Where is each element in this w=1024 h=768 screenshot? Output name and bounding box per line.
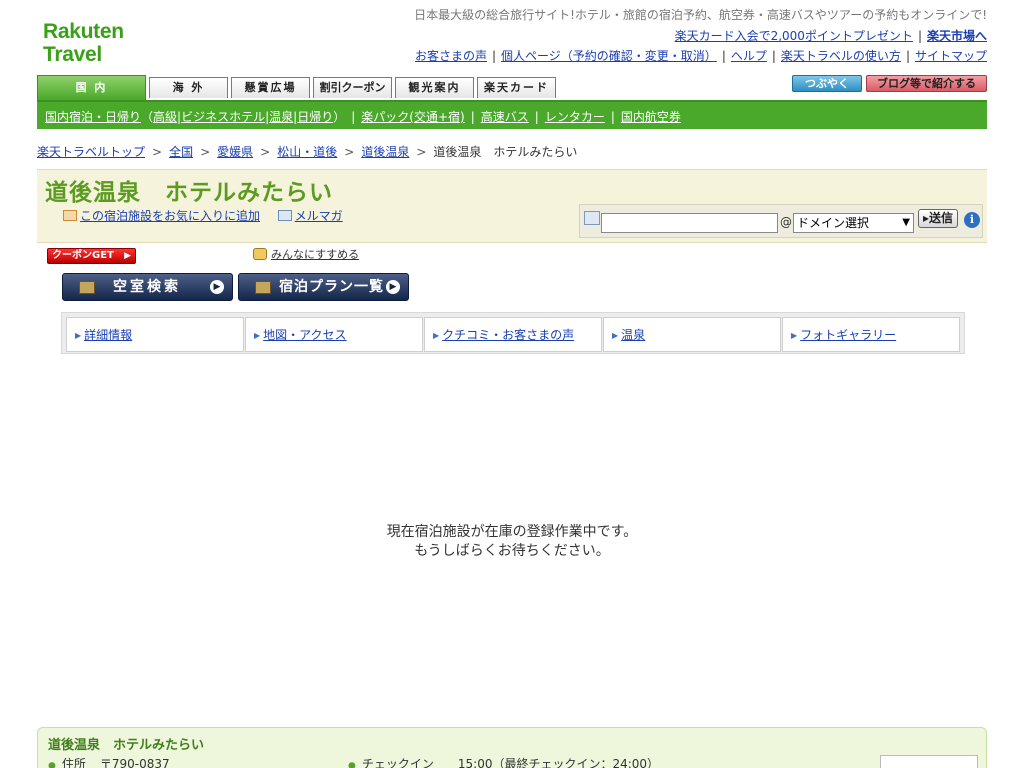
nav-rentacar[interactable]: レンタカー [545,110,605,124]
arrow-right-icon: ▶ [254,331,261,340]
tab-overseas[interactable]: 海 外 [149,77,228,98]
breadcrumb-dogo[interactable]: 道後温泉 [361,145,409,159]
address-label: 住所 [61,757,86,768]
inventory-notice: 現在宿泊施設が在庫の登録作業中です。 もうしばらくお待ちください。 [37,523,987,561]
logo-line1: Rakuten [43,20,124,43]
tab-sightseeing[interactable]: 観光案内 [395,77,474,98]
checkin-label: チェックイン [361,757,434,768]
mail-form-icon [584,211,600,225]
vacancy-search-button[interactable]: 空室検索 ▶ [62,273,233,301]
ichiba-link[interactable]: 楽天市場へ [927,29,987,43]
notice-line1: 現在宿泊施設が在庫の登録作業中です。 [386,524,638,540]
tweet-label: つぶやく [805,77,849,90]
nav-dayuse[interactable]: 日帰り [297,110,333,124]
arrow-right-icon: ▶ [124,251,131,261]
tab-rakuten-card[interactable]: 楽天カード [477,77,556,98]
hotel-summary-box: 道後温泉 ホテルみたらい ● 住所 〒790-0837 ● チェックイン 15:00（最… [37,727,987,768]
domestic-subnav: 国内宿泊・日帰り（高級|ビジネスホテル|温泉|日帰り） | 楽パック(交通+宿) | 高… [37,100,987,129]
email-local-input[interactable] [601,213,778,233]
recommend-link[interactable]: みんなにすすめる [253,246,359,262]
hotel-image-placeholder [880,755,978,768]
bed-icon [255,281,271,294]
subtab-map[interactable]: ▶ 地図・アクセス [245,317,423,352]
rakuten-travel-logo[interactable]: Rakuten Travel [43,20,135,68]
mail-icon [277,210,292,221]
breadcrumb-matsuyama[interactable]: 松山・道後 [277,145,337,159]
arrow-right-icon: ▶ [791,331,798,340]
breadcrumb-current: 道後温泉 ホテルみたらい [433,145,578,159]
breadcrumb-ehime[interactable]: 愛媛県 [217,145,253,159]
arrow-right-icon: ▶ [433,331,440,340]
building-icon [79,281,95,294]
breadcrumb: 楽天トラベルトップ > 全国 > 愛媛県 > 松山・道後 > 道後温泉 > 道後温泉 ホテルみたらい [37,145,578,159]
help-link[interactable]: ヘルプ [731,49,767,63]
arrow-circle-icon: ▶ [386,280,400,294]
card-campaign-link[interactable]: 楽天カード入会で2,000ポイントプレゼント [675,29,913,43]
at-sign: @ [780,215,792,229]
send-button[interactable]: ▸送信 [918,209,958,228]
notice-line2: もうしばらくお待ちください。 [414,543,610,559]
breadcrumb-top[interactable]: 楽天トラベルトップ [37,145,145,159]
domain-select[interactable]: ドメイン選択 ▼ [793,213,914,233]
subtab-photo[interactable]: ▶ フォトギャラリー [782,317,960,352]
subtab-onsen[interactable]: ▶ 温泉 [603,317,781,352]
tab-domestic[interactable]: 国 内 [37,75,146,100]
summary-address: ● 住所 〒790-0837 [48,755,170,768]
chevron-down-icon: ▼ [902,217,910,228]
arrow-right-icon: ▶ [612,331,619,340]
address-value: 〒790-0837 [99,757,170,768]
subtab-details[interactable]: ▶ 詳細情報 [66,317,244,352]
nav-onsen[interactable]: 温泉 [269,110,293,124]
mypage-link[interactable]: 個人ページ（予約の確認・変更・取消） [501,49,717,63]
header-links-row1: 楽天カード入会で2,000ポイントプレゼント | 楽天市場へ [674,29,987,43]
nav-air[interactable]: 国内航空券 [621,110,681,124]
customer-voice-link[interactable]: お客さまの声 [415,49,487,63]
tab-coupon[interactable]: 割引クーポン [313,77,392,98]
sitemap-link[interactable]: サイトマップ [915,49,987,63]
site-tagline: 日本最大級の総合旅行サイト!ホテル・旅館の宿泊予約、航空券・高速バスやツアーの予… [414,8,987,22]
arrow-right-icon: ▶ [75,331,82,340]
plan-list-button[interactable]: 宿泊プラン一覧 ▶ [238,273,409,301]
summary-checkin: ● チェックイン 15:00（最終チェックイン：24:00） [348,755,659,768]
nav-rakupack[interactable]: 楽パック(交通+宿) [361,110,464,124]
arrow-circle-icon: ▶ [210,280,224,294]
people-icon [253,248,267,260]
add-favorite-link[interactable]: この宿泊施設をお気に入りに追加 [80,209,260,223]
nav-business[interactable]: ビジネスホテル [181,110,265,124]
subtab-reviews[interactable]: ▶ クチコミ・お客さまの声 [424,317,602,352]
nav-domestic-stay[interactable]: 国内宿泊・日帰り [45,110,141,124]
main-tabs: 国 内 海 外 懸賞広場 割引クーポン 観光案内 楽天カード つぶやく ブログ等… [37,75,987,100]
summary-hotel-title: 道後温泉 ホテルみたらい [48,738,205,753]
blog-share-button[interactable]: ブログ等で紹介する [866,75,987,92]
nav-highway-bus[interactable]: 高速バス [481,110,529,124]
header-links-row2: お客さまの声 | 個人ページ（予約の確認・変更・取消） | ヘルプ | 楽天トラベルの使い方… [414,49,987,63]
plan-list-label: 宿泊プラン一覧 [279,279,384,295]
nav-luxury[interactable]: 高級 [153,110,177,124]
coupon-get-button[interactable]: クーポンGET ▶ [47,248,136,264]
favorite-icon [63,210,77,221]
help-icon[interactable]: i [964,212,980,228]
mailmag-link[interactable]: メルマガ [295,209,343,223]
share-buttons: つぶやく ブログ等で紹介する [787,75,987,93]
vacancy-search-label: 空室検索 [113,279,181,295]
hotel-title: 道後温泉 ホテルみたらい [45,180,333,206]
tab-prize[interactable]: 懸賞広場 [231,77,310,98]
send-label: 送信 [929,211,954,225]
howto-link[interactable]: 楽天トラベルの使い方 [781,49,901,63]
checkin-value: 15:00（最終チェックイン：24:00） [457,757,660,768]
recommend-label: みんなにすすめる [271,248,360,261]
mail-send-form: @ ドメイン選択 ▼ ▸送信 i [579,204,983,238]
hotel-actions: この宿泊施設をお気に入りに追加 メルマガ [63,207,343,224]
hotel-header: 道後温泉 ホテルみたらい この宿泊施設をお気に入りに追加 メルマガ @ ドメイン… [37,169,987,243]
domain-select-value: ドメイン選択 [797,216,870,230]
tweet-button[interactable]: つぶやく [792,75,862,92]
coupon-label: クーポンGET [52,250,114,261]
logo-line2: Travel [43,43,102,66]
breadcrumb-all[interactable]: 全国 [169,145,193,159]
hotel-subtabs: ▶ 詳細情報 ▶ 地図・アクセス ▶ クチコミ・お客さまの声 ▶ 温泉 ▶ フォトギャラリ… [61,312,965,354]
